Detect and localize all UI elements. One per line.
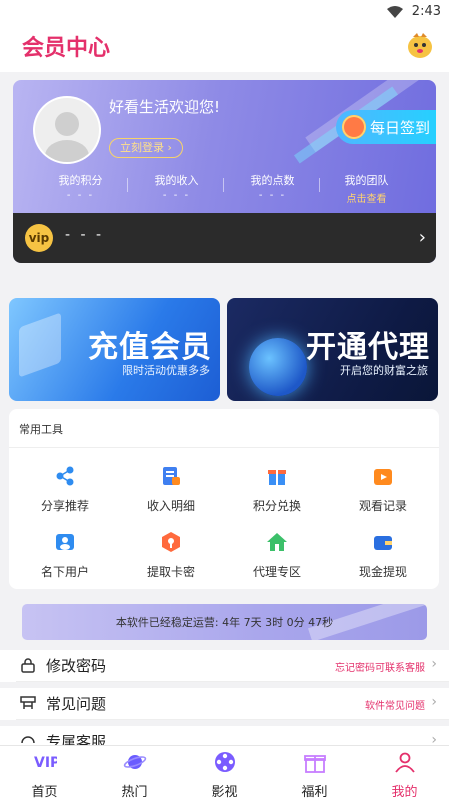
avatar[interactable] (35, 98, 99, 162)
tab-welfare[interactable]: 福利 (270, 750, 359, 800)
vip-status: - - - (65, 227, 105, 243)
menu-faq[interactable]: 常见问题 软件常见问题 › (0, 688, 449, 720)
chevron-right-icon: › (418, 227, 426, 248)
device-illustration-icon (19, 312, 61, 378)
stat-credits[interactable]: 我的点数 - - - (225, 172, 320, 201)
page-title: 会员中心 (22, 36, 111, 61)
recharge-vip-banner[interactable]: 充值会员 限时活动优惠多多 (9, 298, 220, 401)
uptime-notice: 本软件已经稳定运营: 4年 7天 3时 0分 47秒 (22, 604, 427, 640)
top-bar: 会员中心 (0, 24, 449, 72)
stat-points[interactable]: 我的积分 - - - (33, 172, 128, 201)
default-avatar-icon (35, 98, 99, 162)
mascot-icon[interactable] (405, 30, 435, 60)
tool-agent-zone[interactable]: 代理专区 (227, 531, 327, 580)
vip-bar[interactable]: vip - - - › (13, 213, 436, 263)
common-tools-panel: 常用工具 分享推荐 收入明细 积分兑换 观看记录 名下用户 提取卡密 代理专区 … (9, 409, 439, 589)
uptime-text: 本软件已经稳定运营: 4年 7天 3时 0分 47秒 (115, 616, 334, 629)
diamond-icon (342, 115, 366, 139)
stats-row: 我的积分 - - - 我的收入 - - - 我的点数 - - - 我的团队 点击… (13, 172, 436, 212)
vip-badge-icon: vip (25, 224, 53, 252)
play-history-icon (374, 469, 392, 485)
banner-title: 开通代理 (306, 330, 430, 365)
share-icon (56, 466, 74, 486)
menu-change-password[interactable]: 修改密码 忘记密码可联系客服 › (0, 650, 449, 682)
tool-watch-history[interactable]: 观看记录 (333, 465, 433, 514)
wifi-icon (387, 6, 403, 18)
tool-cash-withdraw[interactable]: 现金提现 (333, 531, 433, 580)
planet-icon (123, 755, 146, 769)
bottom-tab-bar: VIP 首页 热门 影视 福利 我的 (0, 745, 449, 801)
vip-home-icon: VIP (34, 755, 60, 771)
tool-extract-card-key[interactable]: 提取卡密 (121, 531, 221, 580)
user-profile-icon (394, 752, 415, 773)
agent-banner[interactable]: 开通代理 开启您的财富之旅 (227, 298, 438, 401)
stat-income[interactable]: 我的收入 - - - (129, 172, 224, 201)
menu-customer-service[interactable]: 专属客服 › (0, 726, 449, 746)
daily-checkin-button[interactable]: 每日签到 (336, 110, 436, 144)
receipt-icon (163, 467, 180, 485)
tool-income-detail[interactable]: 收入明细 (121, 465, 221, 514)
banner-subtitle: 开启您的财富之旅 (340, 364, 428, 377)
home-icon (267, 533, 287, 551)
gift-box-icon (303, 755, 326, 773)
banner-subtitle: 限时活动优惠多多 (122, 364, 210, 377)
tool-points-exchange[interactable]: 积分兑换 (227, 465, 327, 514)
member-card: 好看生活欢迎您! 立刻登录 › 每日签到 我的积分 - - - 我的收入 - -… (13, 80, 436, 263)
welcome-text: 好看生活欢迎您! (109, 98, 221, 116)
users-icon (56, 534, 74, 550)
banner-title: 充值会员 (88, 330, 212, 365)
stat-team[interactable]: 我的团队 点击查看 (319, 172, 414, 205)
tools-heading: 常用工具 (19, 423, 63, 436)
chevron-right-icon: › (431, 694, 437, 710)
gift-icon (268, 470, 286, 485)
chevron-right-icon: › (431, 732, 437, 746)
tab-movies[interactable]: 影视 (180, 750, 269, 800)
chevron-right-icon: › (431, 656, 437, 672)
tool-share[interactable]: 分享推荐 (15, 465, 115, 514)
film-reel-icon (214, 752, 235, 772)
checkin-label: 每日签到 (370, 119, 431, 137)
tab-mine[interactable]: 我的 (360, 750, 449, 800)
question-icon (20, 696, 36, 709)
key-icon (162, 532, 180, 552)
globe-icon (249, 338, 307, 396)
lock-icon (21, 658, 35, 673)
login-button[interactable]: 立刻登录 › (109, 138, 183, 158)
svg-text:VIP: VIP (34, 755, 57, 771)
tab-hot[interactable]: 热门 (90, 750, 179, 800)
tool-my-users[interactable]: 名下用户 (15, 531, 115, 580)
status-bar: 2:43 (0, 0, 449, 24)
status-time: 2:43 (411, 4, 441, 19)
wallet-icon (374, 536, 392, 550)
tab-home[interactable]: VIP 首页 (0, 750, 89, 800)
